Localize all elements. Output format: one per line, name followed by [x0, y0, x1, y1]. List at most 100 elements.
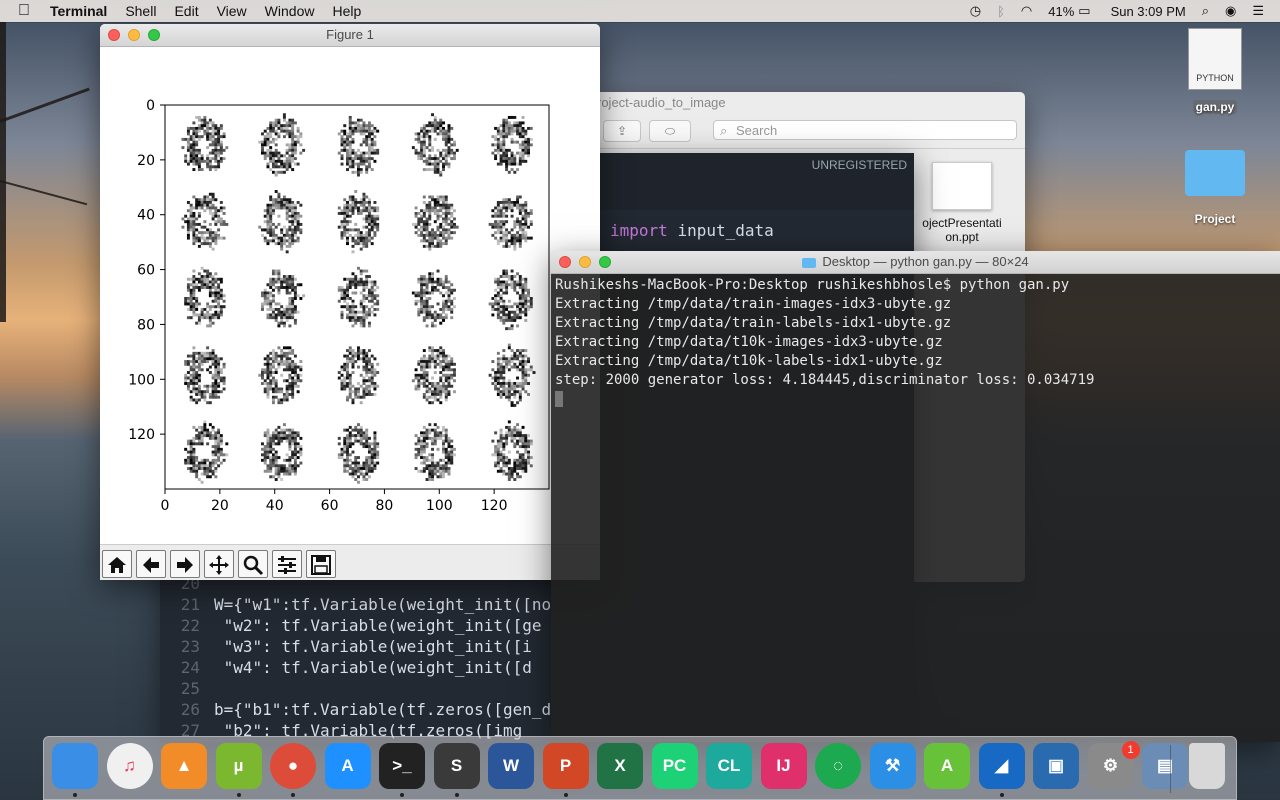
plot-canvas[interactable]: 0 20 40 60 80 100 120020406080100120: [100, 46, 600, 544]
pixel: [453, 390, 456, 394]
app-store-icon[interactable]: A: [324, 743, 371, 789]
clock[interactable]: Sun 3:09 PM: [1111, 4, 1186, 19]
bluetooth-icon[interactable]: ᛒ: [997, 4, 1005, 19]
battery-percent[interactable]: 41%: [1048, 4, 1074, 19]
menu-edit[interactable]: Edit: [174, 3, 198, 19]
utorrent-icon[interactable]: µ: [215, 743, 262, 789]
wifi-icon[interactable]: ◠: [1021, 3, 1032, 19]
pixel: [203, 275, 207, 278]
finder-file-ppt[interactable]: ojectPresentati on.ppt: [917, 162, 1007, 244]
xcode-icon[interactable]: ⚒: [869, 743, 916, 789]
chrome-icon[interactable]: ●: [270, 743, 316, 789]
pixel: [296, 214, 300, 218]
pixel: [370, 206, 374, 210]
time-machine-icon[interactable]: ◷: [970, 3, 981, 19]
wireshark-icon[interactable]: ◢: [978, 743, 1025, 789]
terminal-output[interactable]: Rushikeshs-MacBook-Pro:Desktop rushikesh…: [551, 274, 1280, 411]
spinner-app-icon[interactable]: ◌: [815, 743, 861, 789]
pixel: [337, 132, 341, 136]
finder-icon[interactable]: [52, 743, 98, 789]
pixel: [285, 233, 289, 237]
pixel: [442, 357, 445, 361]
pixel: [442, 148, 445, 152]
vlc-icon[interactable]: ▲: [161, 743, 207, 789]
pixel: [266, 135, 270, 139]
intellij-icon[interactable]: IJ: [760, 743, 807, 789]
desktop-folder-project[interactable]: Project: [1180, 150, 1250, 226]
back-button[interactable]: [136, 550, 166, 578]
pixel: [346, 442, 349, 446]
pixel: [433, 442, 437, 446]
pixel: [271, 442, 275, 446]
tags-button[interactable]: ⬭: [649, 120, 691, 142]
pixel: [442, 467, 445, 470]
menu-view[interactable]: View: [217, 3, 247, 19]
pixel: [524, 305, 528, 309]
zoom-rect-button[interactable]: [238, 550, 268, 578]
close-button[interactable]: [559, 256, 571, 268]
pixel: [346, 313, 349, 317]
zoom-button[interactable]: [148, 29, 160, 41]
pixel: [510, 357, 514, 361]
virtualbox-icon[interactable]: ▣: [1033, 743, 1079, 789]
pixel: [280, 431, 284, 435]
menu-help[interactable]: Help: [332, 3, 361, 19]
excel-icon[interactable]: X: [597, 743, 643, 789]
pixel: [203, 307, 207, 311]
pixel: [299, 283, 303, 287]
trash-icon[interactable]: [1189, 743, 1225, 789]
terminal-icon[interactable]: >_: [379, 743, 425, 789]
pixel: [496, 280, 500, 284]
preview-icon[interactable]: ▤: [1142, 743, 1188, 789]
pixel: [192, 239, 196, 243]
powerpoint-icon[interactable]: P: [542, 743, 589, 789]
minimize-button[interactable]: [579, 256, 591, 268]
pixel: [200, 368, 204, 372]
share-button[interactable]: ⇪: [603, 120, 641, 142]
configure-button[interactable]: [272, 550, 302, 578]
pixel: [507, 316, 511, 320]
pixel: [524, 143, 528, 147]
pixel: [288, 464, 292, 468]
save-button[interactable]: [306, 550, 336, 578]
pixel: [502, 220, 506, 224]
finder-search-field[interactable]: ⌕ Search: [713, 120, 1017, 140]
apple-icon[interactable]: : [18, 2, 30, 20]
pixel: [359, 373, 363, 377]
spotlight-icon[interactable]: ⌕: [1202, 3, 1209, 19]
menu-window[interactable]: Window: [265, 3, 315, 19]
pixel: [431, 305, 434, 309]
minimize-button[interactable]: [128, 29, 140, 41]
pixel: [507, 126, 511, 130]
pixel: [285, 165, 289, 169]
forward-button[interactable]: [170, 550, 200, 578]
pixel: [357, 242, 360, 246]
pixel: [197, 211, 201, 215]
pixel: [447, 469, 451, 473]
battery-icon[interactable]: ▭: [1078, 3, 1090, 19]
pycharm-icon[interactable]: PC: [651, 743, 698, 789]
pixel: [362, 431, 366, 435]
sublime-icon[interactable]: S: [433, 743, 480, 789]
pixel: [442, 299, 445, 303]
menu-shell[interactable]: Shell: [125, 3, 156, 19]
pixel: [293, 231, 297, 235]
zoom-button[interactable]: [599, 256, 611, 268]
home-button[interactable]: [102, 550, 132, 578]
menu-app-name[interactable]: Terminal: [50, 3, 107, 19]
pixel: [367, 162, 371, 166]
figure-window[interactable]: Figure 1 0 20 40 60 80 100 120 0 20 40 60 80 100 120: [100, 24, 600, 580]
android-studio-icon[interactable]: A: [924, 743, 970, 789]
clion-icon[interactable]: CL: [706, 743, 752, 789]
pan-button[interactable]: [204, 550, 234, 578]
siri-icon[interactable]: ◉: [1225, 3, 1236, 19]
pixel: [343, 217, 347, 221]
desktop-file-gan-py[interactable]: PYTHON gan.py: [1180, 28, 1250, 114]
pixel: [192, 365, 196, 369]
itunes-icon[interactable]: ♫: [106, 743, 153, 789]
word-icon[interactable]: W: [488, 743, 534, 789]
close-button[interactable]: [108, 29, 120, 41]
terminal-window[interactable]: Desktop — python gan.py — 80×24 Rushikes…: [551, 251, 1280, 742]
notification-center-icon[interactable]: ☰: [1252, 3, 1264, 19]
pixel: [365, 469, 369, 473]
